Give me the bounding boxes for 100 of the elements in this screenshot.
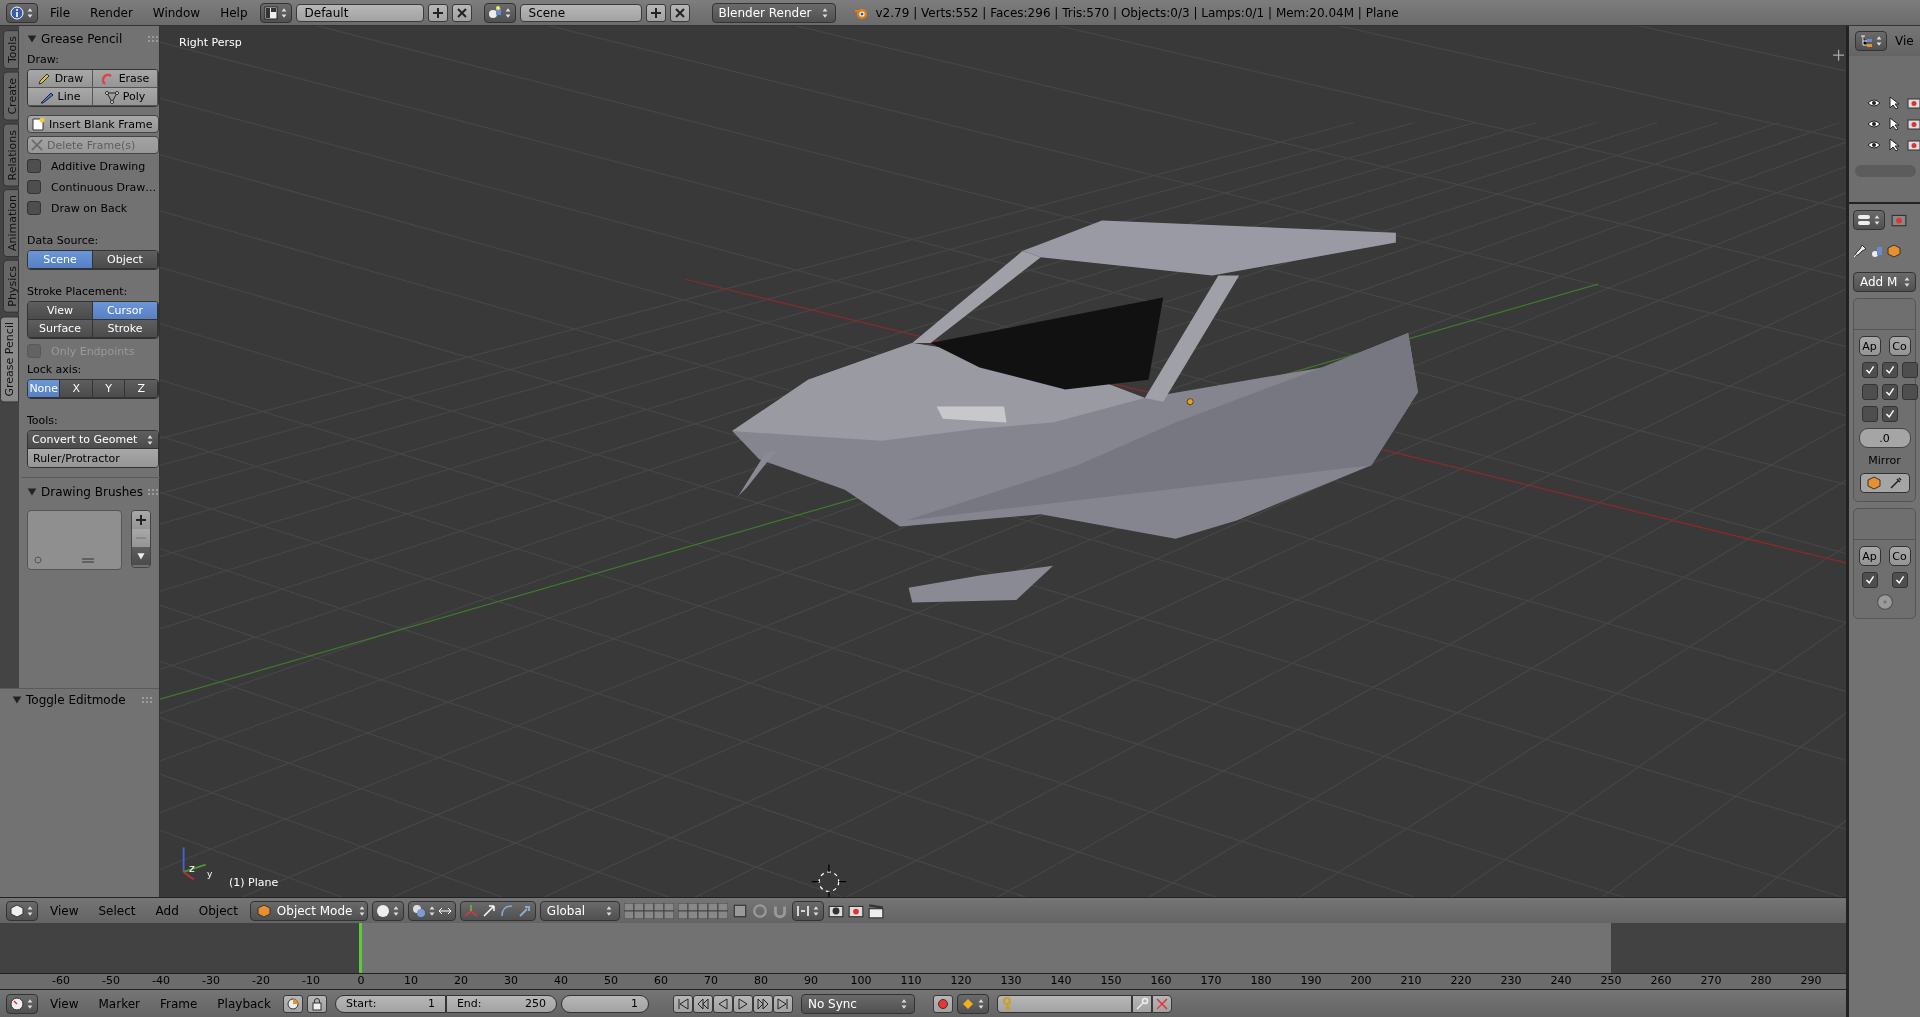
expand-triangle-icon[interactable] — [27, 487, 37, 497]
manipulator-buttons[interactable] — [459, 900, 536, 921]
timeline-track[interactable] — [0, 923, 1846, 973]
checkbox[interactable] — [1902, 362, 1918, 378]
checkbox[interactable] — [1862, 362, 1878, 378]
menu-item[interactable]: Playback — [209, 996, 279, 1011]
convert-dropdown[interactable]: Convert to Geomet — [28, 431, 158, 449]
menu-item[interactable]: Frame — [151, 996, 206, 1011]
checkbox[interactable] — [27, 159, 41, 173]
checkbox[interactable] — [1902, 384, 1918, 400]
frame-button[interactable]: Insert Blank Frame — [27, 115, 159, 133]
mode-dropdown[interactable]: Object Mode — [249, 900, 368, 921]
sidebar-tab[interactable]: Create — [3, 72, 19, 121]
option-toggle[interactable]: Scene — [28, 251, 93, 269]
current-frame-field[interactable]: 1 — [560, 994, 649, 1013]
checkbox[interactable] — [1862, 406, 1878, 422]
option-toggle[interactable]: None — [28, 380, 61, 398]
record-button[interactable] — [932, 994, 953, 1013]
editor-type-button[interactable] — [1855, 31, 1887, 51]
ruler-button[interactable]: Ruler/Protractor — [28, 449, 158, 467]
add-button[interactable] — [427, 3, 448, 22]
menu-item[interactable]: Render — [82, 5, 141, 20]
editor-type-button[interactable] — [1853, 210, 1885, 230]
menu-item[interactable]: Help — [212, 5, 256, 20]
modifier-button[interactable]: Ap — [1858, 336, 1881, 356]
sidebar-tab[interactable]: Grease Pencil — [0, 315, 19, 403]
menu-item[interactable]: Window — [144, 5, 209, 20]
checkbox[interactable] — [1862, 384, 1878, 400]
playback-button[interactable] — [712, 994, 733, 1013]
checkbox[interactable] — [27, 180, 41, 194]
keying-set-field[interactable] — [996, 994, 1132, 1013]
scene-name-field[interactable]: Scene — [519, 3, 642, 22]
playback-button[interactable] — [672, 994, 693, 1013]
keying-dropdown[interactable] — [956, 993, 989, 1014]
option-toggle[interactable]: View — [28, 302, 93, 320]
menu-item[interactable]: Object — [190, 903, 246, 918]
shading-dropdown[interactable] — [371, 900, 404, 921]
layout-selector[interactable] — [259, 2, 292, 23]
checkbox[interactable] — [27, 201, 41, 215]
menu-item[interactable]: Add — [147, 903, 187, 918]
start-frame-field[interactable]: Start: 1 — [334, 994, 446, 1013]
navigation-plus-icon[interactable] — [1832, 49, 1845, 62]
panel-title[interactable]: Toggle Editmode — [26, 693, 137, 707]
modifier-button[interactable]: Co — [1888, 336, 1911, 356]
panel-title[interactable]: Drawing Brushes — [41, 485, 143, 499]
checkbox[interactable] — [1862, 572, 1878, 588]
expand-triangle-icon[interactable] — [12, 695, 22, 705]
tool-button[interactable]: Draw — [28, 70, 93, 88]
add-modifier-dropdown[interactable]: Add M — [1853, 272, 1916, 292]
layout-name-field[interactable]: Default — [295, 3, 424, 22]
object-picker[interactable] — [1859, 473, 1910, 493]
playback-button[interactable] — [692, 994, 713, 1013]
playback-button[interactable] — [732, 994, 753, 1013]
sync-dropdown[interactable]: No Sync — [800, 993, 915, 1014]
modifier-button[interactable]: Ap — [1858, 546, 1881, 566]
end-frame-field[interactable]: End: 250 — [445, 994, 557, 1013]
sidebar-tab[interactable]: Physics — [3, 260, 19, 313]
option-toggle[interactable]: Z — [125, 380, 158, 398]
option-toggle[interactable]: Cursor — [93, 302, 158, 320]
option-toggle[interactable]: X — [60, 380, 93, 398]
option-toggle[interactable]: Surface — [28, 320, 93, 338]
editor-type-button[interactable] — [6, 993, 38, 1014]
checkbox[interactable] — [1882, 384, 1898, 400]
expand-triangle-icon[interactable] — [27, 34, 37, 44]
playback-button[interactable] — [752, 994, 773, 1013]
option-toggle[interactable]: Stroke — [93, 320, 158, 338]
insert-key-button[interactable] — [1131, 994, 1152, 1013]
tool-button[interactable]: Line — [28, 88, 93, 106]
range-button[interactable] — [282, 994, 303, 1013]
snap-dropdown[interactable] — [791, 900, 824, 921]
option-toggle[interactable]: Y — [93, 380, 126, 398]
delete-key-button[interactable] — [1151, 994, 1172, 1013]
panel-title[interactable]: Grease Pencil — [41, 32, 143, 46]
modifier-button[interactable]: Co — [1888, 546, 1911, 566]
checkbox[interactable] — [1882, 406, 1898, 422]
menu-button[interactable] — [132, 547, 150, 565]
sidebar-tab[interactable]: Animation — [3, 189, 19, 258]
menu-item[interactable]: Vie — [1895, 34, 1914, 48]
add-button[interactable] — [645, 3, 666, 22]
scene-selector[interactable] — [483, 2, 516, 23]
option-toggle[interactable]: Object — [93, 251, 158, 269]
sidebar-tab[interactable]: Tools — [3, 30, 19, 70]
editor-type-button[interactable] — [6, 2, 38, 23]
number-field[interactable]: .0 — [1858, 428, 1911, 448]
editor-type-button[interactable] — [6, 900, 38, 921]
tool-button[interactable]: Erase — [93, 70, 158, 88]
playback-button[interactable] — [772, 994, 793, 1013]
menu-item[interactable]: Select — [90, 903, 144, 918]
pivot-dropdown[interactable] — [407, 900, 456, 921]
checkbox[interactable] — [1882, 362, 1898, 378]
add-button[interactable] — [132, 511, 150, 529]
menu-item[interactable]: View — [42, 903, 87, 918]
close-button[interactable] — [669, 3, 690, 22]
menu-item[interactable]: View — [42, 996, 87, 1011]
menu-item[interactable]: File — [42, 5, 79, 20]
orientation-dropdown[interactable]: Global — [539, 900, 620, 921]
menu-item[interactable]: Marker — [90, 996, 148, 1011]
close-button[interactable] — [451, 3, 472, 22]
sidebar-tab[interactable]: Relations — [3, 123, 19, 187]
checkbox[interactable] — [1892, 572, 1908, 588]
